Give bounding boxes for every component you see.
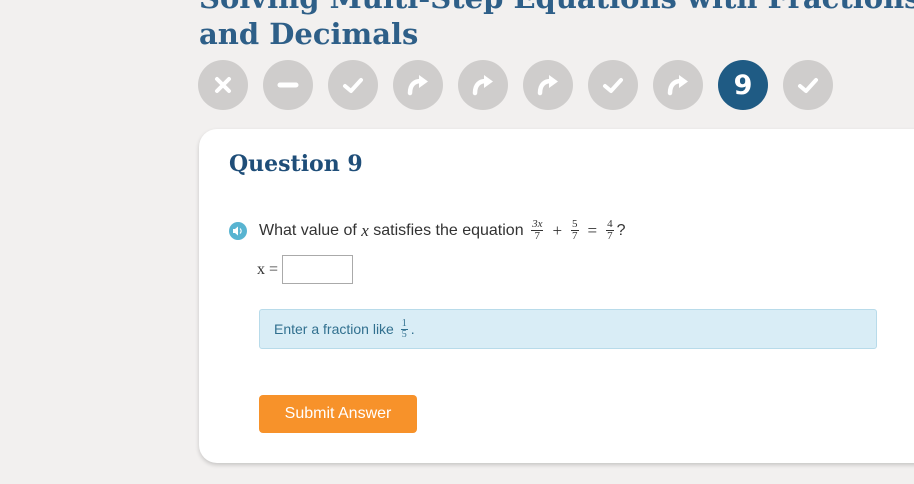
equation-equals: = <box>587 220 598 240</box>
check-icon <box>603 78 623 93</box>
term1-denominator: 7 <box>534 230 541 242</box>
equation-term1: 3x 7 <box>531 219 544 242</box>
lesson-title-line1: Solving Multi-Step Equations with Fracti… <box>199 0 914 15</box>
step-2-skipped[interactable] <box>263 60 313 110</box>
question-heading: Question 9 <box>229 151 363 177</box>
minus-icon <box>277 82 299 88</box>
answer-row: x = <box>257 255 354 284</box>
prompt-question-mark: ? <box>616 221 626 239</box>
prompt-text-2: satisfies the equation <box>373 221 524 239</box>
term2-denominator: 7 <box>572 230 578 242</box>
redo-arrow-icon <box>537 75 558 96</box>
lesson-title: Solving Multi-Step Equations with Fracti… <box>199 0 914 52</box>
step-3-correct[interactable] <box>328 60 378 110</box>
step-number: 9 <box>733 69 753 101</box>
answer-label: x = <box>257 260 279 278</box>
question-progress: 9 <box>198 60 833 110</box>
check-icon <box>343 78 363 93</box>
submit-answer-button[interactable]: Submit Answer <box>259 395 417 433</box>
speaker-icon[interactable] <box>229 221 247 240</box>
x-icon <box>215 77 231 93</box>
hint-example-fraction: 1 5 <box>400 317 408 340</box>
step-8-retry[interactable] <box>653 60 703 110</box>
step-4-retry[interactable] <box>393 60 443 110</box>
hint-period: . <box>410 321 415 337</box>
hint-example-denominator: 5 <box>401 328 407 340</box>
step-5-retry[interactable] <box>458 60 508 110</box>
redo-arrow-icon <box>472 75 493 96</box>
prompt-variable: x <box>361 220 369 240</box>
hint-text: Enter a fraction like <box>274 321 394 337</box>
equation-rhs: 4 7 <box>606 219 614 242</box>
hint-example-numerator: 1 <box>400 317 408 330</box>
check-icon <box>798 78 818 93</box>
answer-input[interactable] <box>282 255 354 284</box>
question-card: Question 9 What value of x satisfies the… <box>199 129 914 463</box>
step-10-correct[interactable] <box>783 60 833 110</box>
step-6-retry[interactable] <box>523 60 573 110</box>
step-1-incorrect[interactable] <box>198 60 248 110</box>
step-9-current[interactable]: 9 <box>718 60 768 110</box>
equation-plus: + <box>552 220 563 240</box>
format-hint: Enter a fraction like 1 5 . <box>259 309 877 349</box>
question-prompt: What value of x satisfies the equation 3… <box>229 219 626 242</box>
redo-arrow-icon <box>667 75 688 96</box>
equation-term2: 5 7 <box>571 219 579 242</box>
step-7-correct[interactable] <box>588 60 638 110</box>
redo-arrow-icon <box>407 75 428 96</box>
rhs-denominator: 7 <box>607 230 613 242</box>
prompt-text: What value of <box>259 221 357 239</box>
lesson-title-line2: and Decimals <box>199 17 419 51</box>
